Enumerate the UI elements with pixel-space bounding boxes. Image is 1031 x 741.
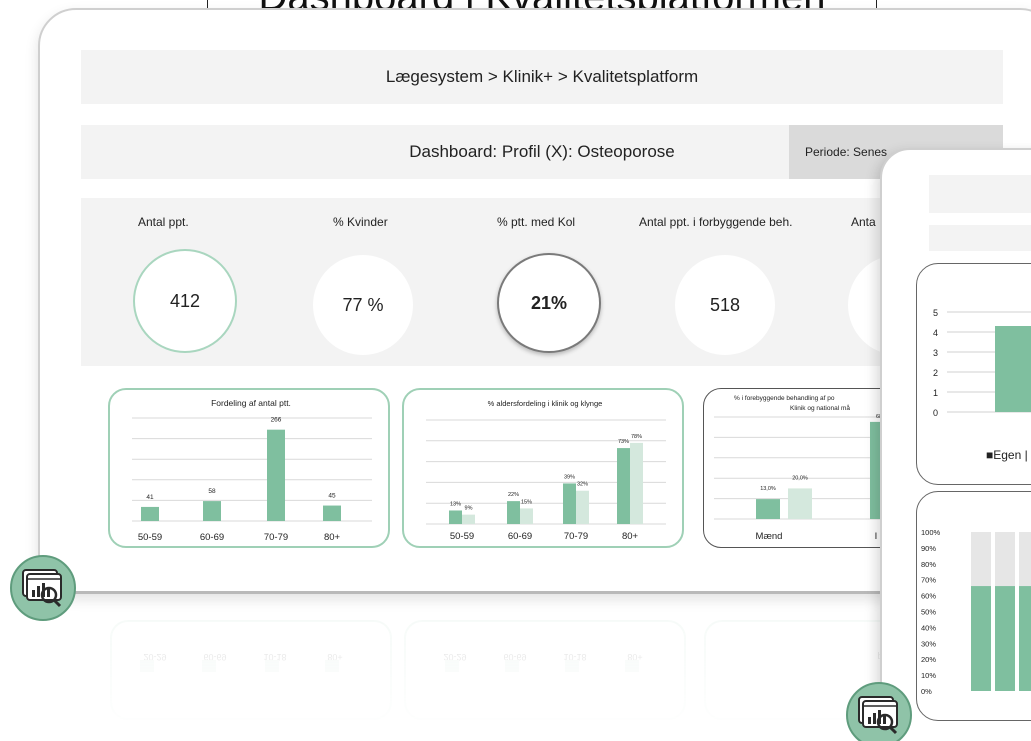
- dashboard-magnifier-icon: [22, 569, 62, 608]
- tick-label-50-59: 50-59: [450, 531, 474, 542]
- y-tick-1: 1: [933, 388, 938, 398]
- y-tick-90%: 90%: [921, 544, 936, 553]
- showcase-stage: Dashboard i Kvalitetsplatformen Lægesyst…: [0, 0, 1031, 741]
- tick-label-80+: 80+: [324, 532, 341, 543]
- bar-60-69-series1: [520, 508, 533, 524]
- tick-label-80+: 80+: [622, 531, 639, 542]
- chart-aldersfordeling: % aldersfordeling i klinik og klynge 13% 9…: [426, 399, 666, 542]
- bar-60-69: [203, 501, 221, 521]
- y-tick-100%: 100%: [921, 528, 941, 537]
- data-label: 9%: [465, 506, 473, 512]
- data-label: 78%: [631, 434, 642, 440]
- tablet-header-bar: [929, 175, 1031, 213]
- chart-subtitle: Klinik og national må: [790, 404, 850, 412]
- y-tick-0: 0: [933, 408, 938, 418]
- stacked-bar-value-0: [971, 586, 991, 691]
- tick-label-60-69: 60-69: [200, 532, 224, 543]
- data-label: 15%: [521, 499, 532, 505]
- tick-label-50-59: 50-59: [138, 532, 162, 543]
- y-tick-10%: 10%: [921, 671, 936, 680]
- bar-80+: [323, 505, 341, 521]
- data-label: 20,0%: [792, 475, 808, 481]
- tablet-chart-card-bottom[interactable]: 0% 10% 20% 30% 40% 50% 60% 70% 80% 90% 100%: [916, 491, 1031, 721]
- chart-fordeling: Fordeling af antal ptt. 41 50-59 58 60-69 266…: [132, 398, 372, 543]
- data-label: 13,0%: [760, 486, 776, 492]
- kpi-label-kvinder: % Kvinder: [333, 215, 388, 229]
- tick-label-60-69: 60-69: [508, 531, 532, 542]
- y-tick-2: 2: [933, 368, 938, 378]
- bar-80+-series0: [617, 448, 630, 524]
- y-tick-0%: 0%: [921, 687, 932, 696]
- tick-label-70-79: 70-79: [564, 531, 588, 542]
- kpi-value-antal[interactable]: 412: [133, 249, 237, 353]
- kpi-label-antal: Antal ppt.: [138, 215, 189, 229]
- data-label: 58: [208, 488, 216, 495]
- tablet-chart-bottom: 0% 10% 20% 30% 40% 50% 60% 70% 80% 90% 100%: [921, 528, 1031, 696]
- breadcrumb[interactable]: Lægesystem > Klinik+ > Kvalitetsplatform: [81, 50, 1003, 104]
- kpi-label-forebyggende: Antal ppt. i forbyggende beh.: [639, 215, 793, 229]
- bar-50-59-series0: [449, 510, 462, 524]
- data-label: 266: [271, 417, 282, 424]
- y-tick-80%: 80%: [921, 560, 936, 569]
- stacked-bar-rest-1: [995, 532, 1015, 587]
- tablet-subheader-bar: [929, 225, 1031, 251]
- data-label: 45: [328, 493, 336, 500]
- bar-egen: [995, 326, 1031, 412]
- data-label: 39%: [564, 474, 575, 480]
- bar-Maend-klinik: [756, 499, 780, 519]
- y-tick-3: 3: [933, 348, 938, 358]
- stacked-bar-value-1: [995, 586, 1015, 691]
- y-tick-50%: 50%: [921, 608, 936, 617]
- bar-60-69-series0: [507, 501, 520, 524]
- analytics-app-icon-tablet[interactable]: [846, 682, 912, 741]
- data-label: 13%: [450, 501, 461, 507]
- bar-70-79-series1: [576, 490, 589, 524]
- data-label: 22%: [508, 492, 519, 498]
- y-tick-4: 4: [933, 328, 938, 338]
- data-label: 41: [146, 494, 154, 501]
- bar-50-59-series1: [462, 514, 475, 524]
- analytics-app-icon[interactable]: [10, 555, 76, 621]
- tick-label-I: I: [875, 531, 878, 542]
- chart-card-fordeling[interactable]: Fordeling af antal ptt. 41 50-59 58 60-69 266…: [108, 388, 390, 548]
- data-label: 73%: [618, 439, 629, 445]
- chart-title: % i forebyggende behandling af po: [734, 395, 835, 402]
- kpi-value-kvinder[interactable]: 77 %: [313, 255, 413, 355]
- tick-label-Mænd: Mænd: [756, 531, 783, 542]
- y-tick-20%: 20%: [921, 655, 936, 664]
- bar-70-79: [267, 429, 285, 521]
- kpi-label-kol: % ptt. med Kol: [497, 215, 576, 229]
- data-label: 32%: [577, 482, 588, 488]
- legend-egen: ■Egen |: [986, 448, 1028, 462]
- y-tick-30%: 30%: [921, 639, 936, 648]
- chart-card-aldersfordeling[interactable]: % aldersfordeling i klinik og klynge 13% 9…: [402, 388, 684, 548]
- stacked-bar-rest-2: [1019, 532, 1031, 587]
- y-tick-40%: 40%: [921, 623, 936, 632]
- dashboard-magnifier-icon: [858, 696, 898, 735]
- kpi-label-anta: Anta: [851, 215, 876, 229]
- y-tick-60%: 60%: [921, 592, 936, 601]
- bar-70-79-series0: [563, 483, 576, 524]
- kpi-value-forebyggende[interactable]: 518: [675, 255, 775, 355]
- bar-80+-series1: [630, 442, 643, 524]
- kpi-value-kol[interactable]: 21%: [497, 253, 601, 353]
- bar-50-59: [141, 506, 159, 521]
- chart-title: % aldersfordeling i klinik og klynge: [488, 399, 603, 408]
- chart-title: Fordeling af antal ptt.: [211, 398, 291, 408]
- stacked-bar-rest-0: [971, 532, 991, 587]
- y-tick-5: 5: [933, 308, 938, 318]
- legend-egen-label: Egen: [993, 448, 1022, 462]
- y-tick-70%: 70%: [921, 576, 936, 585]
- stacked-bar-value-2: [1019, 586, 1031, 691]
- bar-Maend-national: [788, 488, 812, 519]
- tick-label-70-79: 70-79: [264, 532, 288, 543]
